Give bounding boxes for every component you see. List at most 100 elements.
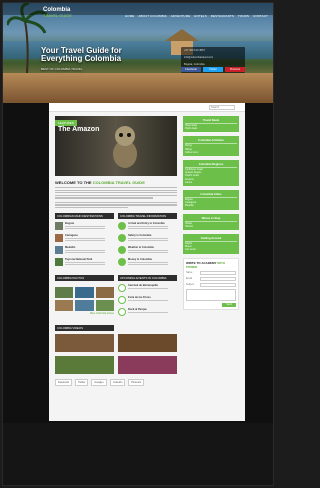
search-row [49, 103, 245, 112]
destination-thumb [55, 246, 63, 255]
sidebar-widget: Colombia Activities Diving Hiking Coffee… [183, 136, 239, 157]
contact-email[interactable]: info@colombiatravel.com [181, 54, 245, 61]
destination-thumb [55, 234, 63, 243]
video-thumb[interactable] [118, 334, 177, 353]
welcome-heading: WELCOME TO THE COLOMBIA TRAVEL GUIDE [55, 180, 145, 185]
photo-thumb[interactable] [55, 287, 74, 299]
section-headers-row-2: COLOMBIA PHOTOS UPCOMING EVENTS IN COLOM… [55, 275, 177, 282]
nav-adventure[interactable]: ADVENTURE [171, 14, 190, 18]
video-thumb[interactable] [55, 356, 114, 375]
photo-thumb[interactable] [55, 300, 74, 312]
monkey-image [113, 126, 137, 168]
form-heading: WRITE TO ACADEMY WITH POWER [186, 260, 225, 269]
sidebar-link[interactable]: Coffee tours [185, 151, 237, 154]
nav-contact[interactable]: CONTACT [253, 14, 268, 18]
sidebar-link[interactable]: Medellin [185, 204, 237, 207]
list-item[interactable]: Tayrona National Park [55, 258, 114, 267]
more-photos-link[interactable]: More Colombia photos [55, 312, 114, 315]
list-item[interactable]: Feria de las Flores [118, 296, 177, 306]
share-pinterest[interactable]: Pinterest [128, 379, 145, 387]
sidebar-link[interactable]: Flight deals [185, 127, 237, 130]
nav-hotels[interactable]: HOTELS [194, 14, 207, 18]
main-column: FEATURED The Amazon WELCOME TO THE COLOM… [55, 116, 177, 387]
share-bar: Facebook Twitter Google+ LinkedIn Pinter… [55, 379, 177, 387]
list-item[interactable]: Bogota [55, 222, 114, 231]
photos-events-grid: More Colombia photos Carnival de Barranq… [55, 284, 177, 320]
nav-about[interactable]: ABOUT COLOMBIA [138, 14, 166, 18]
main-nav: HOME ABOUT COLOMBIA ADVENTURE HOTELS RES… [125, 14, 268, 18]
name-input[interactable] [200, 270, 236, 275]
destinations-list: Bogota Cartagena Medellin Tayrona Nation… [55, 222, 114, 270]
page-footer [3, 423, 273, 485]
hero-tagline: Your Travel Guide for Everything Colombi… [41, 47, 161, 73]
nav-home[interactable]: HOME [125, 14, 134, 18]
contact-phone: +57 300 123 4567 [184, 49, 205, 52]
featured-slider[interactable]: FEATURED The Amazon [55, 116, 177, 176]
sidebar: Travel Deals Hotel deals Flight deals Co… [183, 116, 239, 310]
list-item[interactable]: Cartagena [55, 234, 114, 243]
pinterest-button[interactable]: Pinterest [225, 67, 245, 72]
featured-title[interactable]: The Amazon [58, 126, 99, 133]
nav-tours[interactable]: TOURS [238, 14, 249, 18]
share-facebook[interactable]: Facebook [55, 379, 72, 387]
video-thumb[interactable] [118, 356, 177, 375]
photo-grid [55, 287, 114, 312]
list-item[interactable]: Weather in Colombia [118, 246, 177, 255]
list-item[interactable]: Safety in Colombia [118, 234, 177, 243]
list-item[interactable]: Arrival and Entry to Colombia [118, 222, 177, 231]
nav-restaurants[interactable]: RESTAURANTS [211, 14, 234, 18]
browser-frame: Colombia TRAVEL GUIDE HOME ABOUT COLOMBIA… [2, 2, 274, 486]
destinations-heading: COLOMBIAN MAIN DESTINATIONS [55, 213, 114, 220]
video-thumb[interactable] [55, 334, 114, 353]
sidebar-widget: Colombia Regions Caribbean Coast Andean … [183, 160, 239, 187]
photos-block: More Colombia photos [55, 284, 114, 320]
info-icon [118, 234, 126, 243]
list-item[interactable]: Rock al Parque [118, 308, 177, 318]
events-list: Carnival de Barranquilla Feria de las Fl… [118, 284, 177, 320]
events-heading: UPCOMING EVENTS IN COLOMBIA [118, 275, 177, 282]
photo-thumb[interactable] [95, 287, 114, 299]
welcome-text [55, 187, 177, 209]
section-headers-row-1: COLOMBIAN MAIN DESTINATIONS COLOMBIA TRA… [55, 213, 177, 220]
video-grid [55, 334, 177, 375]
sidebar-widget: Travel Deals Hotel deals Flight deals [183, 116, 239, 133]
photo-thumb[interactable] [95, 300, 114, 312]
sidebar-link[interactable]: Car rental [185, 248, 237, 251]
twitter-button[interactable]: Twitter [203, 67, 223, 72]
share-linkedin[interactable]: LinkedIn [109, 379, 126, 387]
message-textarea[interactable] [186, 288, 236, 301]
search-input[interactable] [209, 105, 235, 110]
sidebar-widget: Getting Around Flights Buses Car rental [183, 234, 239, 254]
send-button[interactable]: Send [222, 302, 236, 307]
event-date-icon [118, 308, 126, 317]
videos-header-row: COLOMBIA VIDEOS [55, 325, 177, 332]
info-icon [118, 222, 126, 231]
videos-heading: COLOMBIA VIDEOS [55, 325, 114, 332]
sidebar-link[interactable]: Llanos [185, 181, 237, 184]
list-item[interactable]: Carnival de Barranquilla [118, 284, 177, 294]
social-buttons: Facebook Twitter Pinterest [181, 67, 245, 72]
share-twitter[interactable]: Twitter [74, 379, 89, 387]
name-field: Name [186, 270, 236, 275]
subject-input[interactable] [200, 282, 236, 287]
info-list: Arrival and Entry to Colombia Safety in … [118, 222, 177, 270]
event-date-icon [118, 284, 126, 293]
info-heading: COLOMBIA TRAVEL INFORMATION [118, 213, 177, 220]
photo-thumb[interactable] [75, 287, 94, 299]
list-item[interactable]: Medellin [55, 246, 114, 255]
hero-banner: Colombia TRAVEL GUIDE HOME ABOUT COLOMBIA… [3, 3, 273, 103]
sidebar-widget: Where to Stay Hotels Hostels [183, 213, 239, 231]
list-item[interactable]: Money in Colombia [118, 258, 177, 267]
facebook-button[interactable]: Facebook [181, 67, 201, 72]
hero-subtitle: BEST OF COLOMBIA TRAVEL [41, 67, 83, 71]
photo-thumb[interactable] [75, 300, 94, 312]
email-input[interactable] [200, 276, 236, 281]
info-icon [118, 258, 126, 267]
sidebar-widget: Colombia Cities Bogota Cartagena Medelli… [183, 190, 239, 210]
share-google[interactable]: Google+ [91, 379, 107, 387]
site-logo[interactable]: Colombia TRAVEL GUIDE [43, 7, 72, 19]
photos-heading: COLOMBIA PHOTOS [55, 275, 114, 282]
sidebar-link[interactable]: Hostels [185, 225, 237, 228]
contact-form: WRITE TO ACADEMY WITH POWER Name Email S… [183, 257, 239, 310]
